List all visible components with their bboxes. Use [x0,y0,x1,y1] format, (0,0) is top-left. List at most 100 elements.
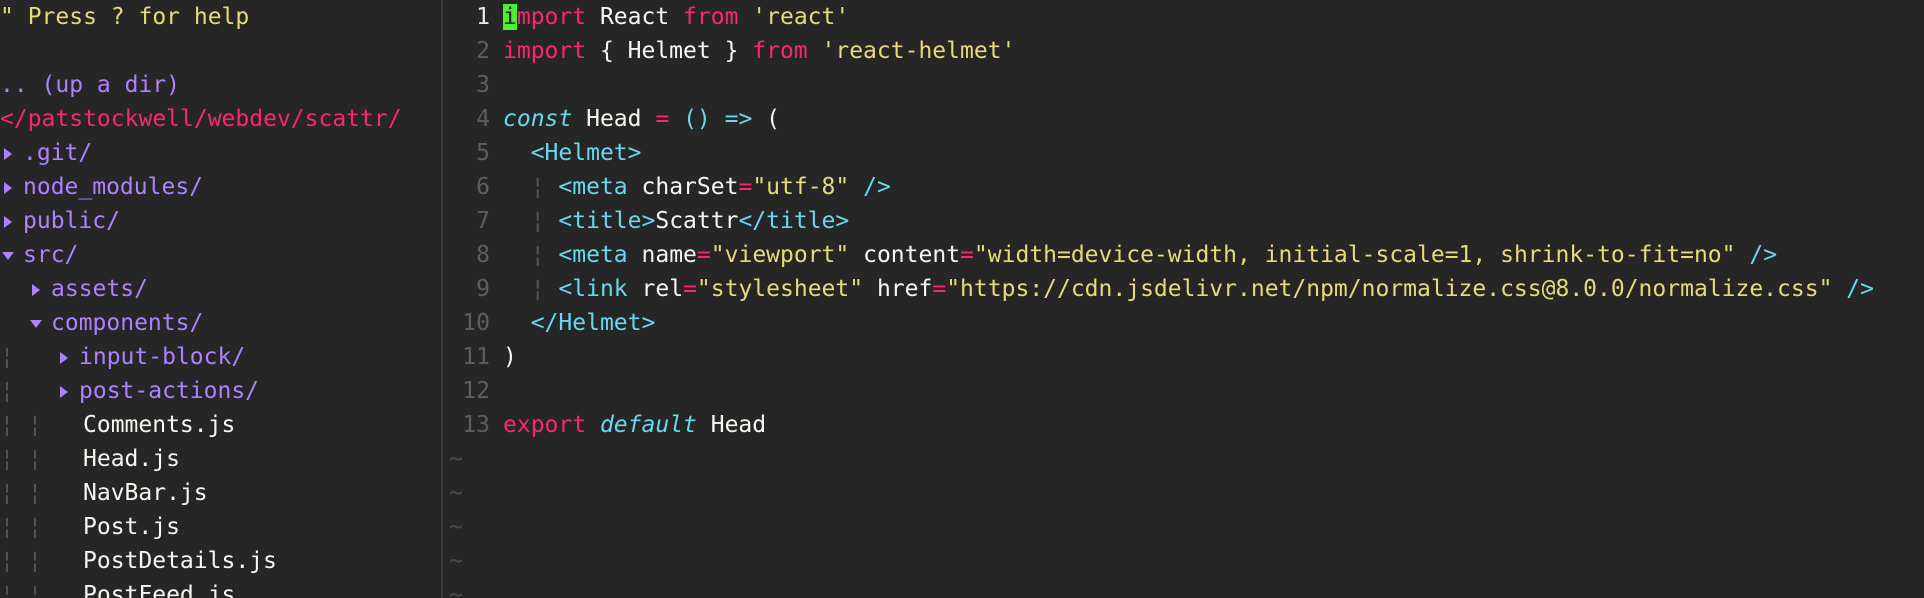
code-line-7[interactable]: 7 ¦ <title>Scattr</title> [443,204,1924,238]
paren: ( [752,106,781,132]
indent-guide: ¦ [0,548,14,574]
tree-item-label: src/ [23,242,79,268]
indent-guide: ¦ [530,276,545,302]
identifier: Head [572,106,656,132]
keyword-default: default [599,412,697,438]
indent-guide: ¦ [0,412,14,438]
operator: = [696,242,711,268]
tree-item-public[interactable]: public/ [0,204,441,238]
jsx-tag: <Helmet> [530,140,642,166]
tree-item-label: PostDetails.js [83,548,277,574]
empty-buffer-line: ~ [449,582,463,598]
keyword-const: const [503,106,573,132]
tree-item-label: PostFeed.js [83,582,236,598]
jsx-attr: charSet [627,174,739,200]
indent-guide: ¦ [0,582,14,598]
tree-item-postdetails-js[interactable]: ¦ ¦ PostDetails.js [0,544,441,578]
code-line-11[interactable]: 11) [443,340,1924,374]
code-line-5[interactable]: 5 <Helmet> [443,136,1924,170]
empty-buffer-line: ~ [449,446,463,472]
indent-guide: ¦ [0,344,14,370]
line-number: 3 [476,72,490,98]
string-literal: "width=device-width, initial-scale=1, sh… [973,242,1736,268]
tree-item-assets[interactable]: assets/ [0,272,441,306]
tree-item-post-js[interactable]: ¦ ¦ Post.js [0,510,441,544]
chevron-right-icon [28,272,51,306]
tree-item-label: .git/ [23,140,93,166]
tree-item-label: NavBar.js [83,480,208,506]
tree-item-label: components/ [51,310,204,336]
line-number: 6 [476,174,490,200]
keyword-from: from [752,38,808,64]
tree-item-comments-js[interactable]: ¦ ¦ Comments.js [0,408,441,442]
tree-item-postfeed-js[interactable]: ¦ ¦ PostFeed.js [0,578,441,598]
tree-item-label: Comments.js [83,412,236,438]
tree-item-label: input-block/ [79,344,246,370]
indent-guide: ¦ [0,446,14,472]
operator: = [738,174,753,200]
tree-item-label: public/ [23,208,120,234]
line-number: 7 [476,208,490,234]
string-literal: 'react-helmet' [821,38,1016,64]
code-line-2[interactable]: 2 import { Helmet } from 'react-helmet' [443,34,1924,68]
indent-guide: ¦ [28,514,42,540]
chevron-right-icon [56,374,79,408]
code-line-10[interactable]: 10 </Helmet> [443,306,1924,340]
string-literal: "stylesheet" [696,276,864,302]
code-line-1[interactable]: 1 import React from 'react' [443,0,1924,34]
indent-guide: ¦ [28,480,42,506]
line-number: 12 [462,378,490,404]
indent-guide: ¦ [530,208,545,234]
tree-item-node-modules[interactable]: node_modules/ [0,170,441,204]
line-number: 13 [462,412,490,438]
line-number: 5 [476,140,490,166]
indent-guide: ¦ [530,242,545,268]
code-line-9[interactable]: 9 ¦ <link rel="stylesheet" href="https:/… [443,272,1924,306]
keyword-export: export [503,412,587,438]
tree-item-src[interactable]: src/ [0,238,441,272]
tree-item-git[interactable]: .git/ [0,136,441,170]
code-line-6[interactable]: 6 ¦ <meta charSet="utf-8" /> [443,170,1924,204]
indent-guide: ¦ [0,378,14,404]
indent-guide: ¦ [28,412,42,438]
jsx-tag: <title> [558,208,656,234]
jsx-tag: /> [1832,276,1874,302]
jsx-attr: content [849,242,961,268]
editor-pane[interactable]: 1 import React from 'react' 2 import { Hel… [443,0,1924,598]
indent-guide: ¦ [530,174,545,200]
tree-item-label: assets/ [51,276,148,302]
code-line-4[interactable]: 4 const Head = () => ( [443,102,1924,136]
identifier: Head [696,412,767,438]
code-line-13[interactable]: 13 export default Head [443,408,1924,442]
string-literal: 'react' [752,4,850,30]
paren: ) [503,344,517,370]
tree-item-components[interactable]: components/ [0,306,441,340]
chevron-down-icon [28,306,51,340]
jsx-text: Scattr [655,208,739,234]
string-literal: "https://cdn.jsdelivr.net/npm/normalize.… [946,276,1833,302]
identifier: React [586,4,684,30]
nerdtree-pane[interactable]: " Press ? for help .. (up a dir) </patst… [0,0,441,598]
up-dir-link[interactable]: .. (up a dir) [0,68,441,102]
jsx-attr: href [863,276,933,302]
tree-item-navbar-js[interactable]: ¦ ¦ NavBar.js [0,476,441,510]
indent-guide: ¦ [0,480,14,506]
tree-item-post-actions[interactable]: ¦ post-actions/ [0,374,441,408]
tree-item-head-js[interactable]: ¦ ¦ Head.js [0,442,441,476]
code-line-12[interactable]: 12 [443,374,1924,408]
keyword-from: from [683,4,739,30]
code-line-3[interactable]: 3 [443,68,1924,102]
code-line-8[interactable]: 8 ¦ <meta name="viewport" content="width… [443,238,1924,272]
tree-item-label: post-actions/ [79,378,260,404]
empty-buffer-line: ~ [449,480,463,506]
jsx-tag: <meta [558,242,628,268]
chevron-down-icon [0,238,23,272]
operator: = [655,106,670,132]
tree-item-input-block[interactable]: ¦ input-block/ [0,340,441,374]
arrow-operator: => [724,106,753,132]
